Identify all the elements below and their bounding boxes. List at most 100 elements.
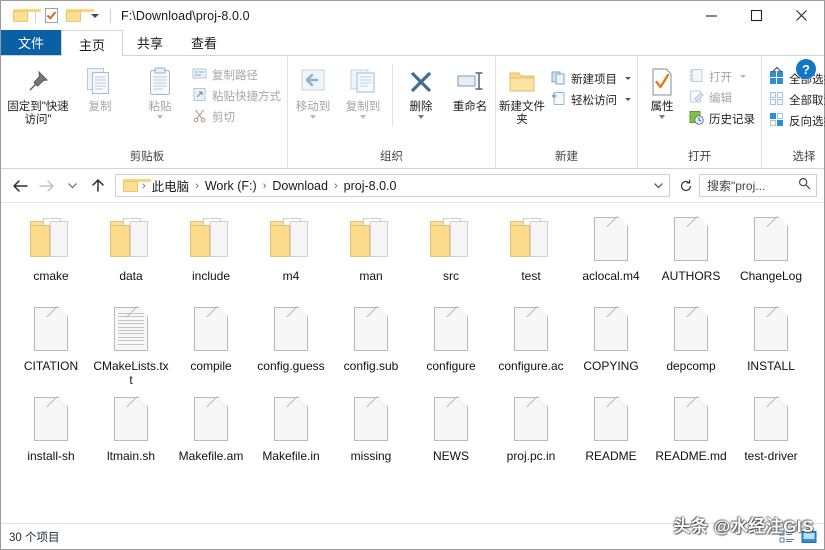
- folder-item[interactable]: m4: [251, 211, 331, 301]
- invert-selection-button[interactable]: 反向选择: [766, 110, 825, 131]
- file-item[interactable]: config.sub: [331, 301, 411, 391]
- collapse-ribbon-chevron-up-icon[interactable]: [766, 60, 788, 80]
- delete-chevron-down-icon[interactable]: [418, 115, 424, 119]
- tab-share[interactable]: 共享: [123, 30, 177, 55]
- new-small-buttons: 新建项目 轻松访问: [548, 60, 637, 110]
- copy-to-chevron-down-icon[interactable]: [360, 115, 366, 119]
- item-label: NEWS: [433, 449, 469, 463]
- file-icon: [114, 395, 149, 447]
- recent-locations-chevron-down-icon[interactable]: [60, 174, 84, 198]
- copy-button[interactable]: 复制: [69, 60, 131, 114]
- item-label: install-sh: [27, 449, 75, 463]
- folder-item[interactable]: include: [171, 211, 251, 301]
- move-to-button[interactable]: 移动到: [288, 60, 338, 119]
- folder-item[interactable]: test: [491, 211, 571, 301]
- item-label: COPYING: [583, 359, 639, 373]
- new-item-label: 新建项目: [571, 73, 617, 86]
- file-item[interactable]: CITATION: [11, 301, 91, 391]
- paste-shortcut-button[interactable]: 粘贴快捷方式: [189, 85, 287, 106]
- forward-button[interactable]: [34, 174, 58, 198]
- search-input[interactable]: 搜索"proj...: [699, 174, 817, 197]
- up-button[interactable]: [86, 174, 110, 198]
- folder-icon[interactable]: [9, 5, 41, 27]
- details-view-icon[interactable]: [777, 528, 796, 547]
- move-to-chevron-down-icon[interactable]: [310, 115, 316, 119]
- new-folder-button[interactable]: 新建文件夹: [496, 60, 548, 127]
- file-item[interactable]: Makefile.am: [171, 391, 251, 481]
- breadcrumb-item-this-pc[interactable]: 此电脑: [147, 176, 195, 195]
- delete-button[interactable]: 删除: [397, 60, 445, 119]
- file-item[interactable]: depcomp: [651, 301, 731, 391]
- file-list-view[interactable]: cmake data include m4 man src test aclocal.m4 AU…: [1, 202, 824, 523]
- back-button[interactable]: [8, 174, 32, 198]
- new-item-chevron-down-icon[interactable]: [625, 77, 631, 80]
- file-item[interactable]: configure.ac: [491, 301, 571, 391]
- file-icon: [434, 305, 469, 357]
- breadcrumb-chevron-down-icon[interactable]: [649, 181, 667, 190]
- file-item[interactable]: COPYING: [571, 301, 651, 391]
- file-item[interactable]: ltmain.sh: [91, 391, 171, 481]
- tab-file[interactable]: 文件: [1, 30, 62, 55]
- minimize-button[interactable]: [689, 1, 734, 30]
- search-icon[interactable]: [798, 177, 811, 195]
- file-item[interactable]: missing: [331, 391, 411, 481]
- open-button[interactable]: 打开: [686, 66, 761, 87]
- copy-path-button[interactable]: 复制路径: [189, 64, 287, 85]
- file-item[interactable]: proj.pc.in: [491, 391, 571, 481]
- close-button[interactable]: [779, 1, 824, 30]
- divider: [110, 8, 111, 23]
- file-item[interactable]: configure: [411, 301, 491, 391]
- file-item[interactable]: ChangeLog: [731, 211, 811, 301]
- cut-button[interactable]: 剪切: [189, 106, 287, 127]
- file-item[interactable]: compile: [171, 301, 251, 391]
- file-icon: [514, 395, 549, 447]
- status-bar: 30 个项目: [1, 523, 824, 549]
- new-item-button[interactable]: 新建项目: [548, 68, 637, 89]
- file-item[interactable]: CMakeLists.txt: [91, 301, 171, 391]
- copy-to-button[interactable]: 复制到: [338, 60, 388, 119]
- tab-view[interactable]: 查看: [177, 30, 231, 55]
- file-item[interactable]: AUTHORS: [651, 211, 731, 301]
- folder-item[interactable]: data: [91, 211, 171, 301]
- breadcrumb-item-proj[interactable]: proj-8.0.0: [339, 179, 402, 193]
- file-item[interactable]: README: [571, 391, 651, 481]
- file-item[interactable]: NEWS: [411, 391, 491, 481]
- item-label: proj.pc.in: [506, 449, 556, 463]
- edit-button[interactable]: 编辑: [686, 87, 761, 108]
- file-item[interactable]: install-sh: [11, 391, 91, 481]
- new-folder-icon[interactable]: [62, 5, 94, 27]
- history-button[interactable]: 历史记录: [686, 108, 761, 129]
- file-item[interactable]: test-driver: [731, 391, 811, 481]
- customize-qat-chevron-down-icon[interactable]: [84, 5, 106, 27]
- file-item[interactable]: README.md: [651, 391, 731, 481]
- breadcrumb-item-work-f[interactable]: Work (F:): [200, 179, 262, 193]
- folder-icon: [508, 215, 554, 267]
- help-button[interactable]: ?: [796, 59, 816, 79]
- file-item[interactable]: INSTALL: [731, 301, 811, 391]
- file-item[interactable]: config.guess: [251, 301, 331, 391]
- select-none-button[interactable]: 全部取消: [766, 89, 825, 110]
- properties-icon[interactable]: [40, 5, 62, 27]
- open-chevron-down-icon[interactable]: [740, 75, 746, 78]
- folder-item[interactable]: man: [331, 211, 411, 301]
- ribbon-group-new: 新建文件夹 新建项目 轻松访问 新建: [496, 56, 638, 168]
- breadcrumb[interactable]: › 此电脑 › Work (F:) › Download › proj-8.0.…: [115, 174, 670, 197]
- rename-button[interactable]: 重命名: [445, 60, 495, 114]
- paste-button[interactable]: 粘贴: [131, 60, 189, 119]
- file-item[interactable]: aclocal.m4: [571, 211, 651, 301]
- properties-button[interactable]: 属性: [638, 60, 686, 119]
- folder-item[interactable]: src: [411, 211, 491, 301]
- invert-selection-label: 反向选择: [789, 115, 825, 128]
- tab-home[interactable]: 主页: [61, 30, 124, 57]
- folder-item[interactable]: cmake: [11, 211, 91, 301]
- breadcrumb-item-download[interactable]: Download: [267, 179, 333, 193]
- large-icons-view-icon[interactable]: [799, 528, 818, 547]
- easy-access-chevron-down-icon[interactable]: [625, 98, 631, 101]
- paste-chevron-down-icon[interactable]: [157, 115, 163, 119]
- file-item[interactable]: Makefile.in: [251, 391, 331, 481]
- refresh-button[interactable]: [675, 174, 697, 197]
- pin-to-quick-access-button[interactable]: 固定到"快速访问": [7, 60, 69, 127]
- properties-chevron-down-icon[interactable]: [659, 115, 665, 119]
- easy-access-button[interactable]: 轻松访问: [548, 89, 637, 110]
- maximize-button[interactable]: [734, 1, 779, 30]
